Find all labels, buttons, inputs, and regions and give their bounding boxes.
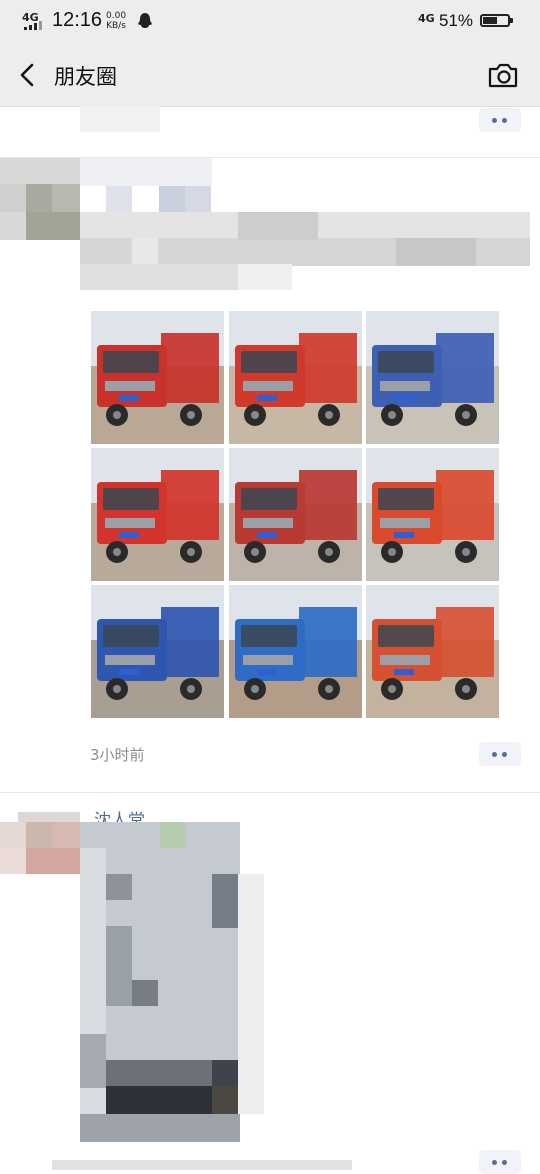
photo-thumbnail[interactable] [91,311,224,444]
back-chevron-icon[interactable] [14,60,42,90]
camera-icon[interactable] [486,60,520,90]
signal-icon [24,21,46,30]
status-bar: 4G 12:16 0.00 KB/s 4G 51% [0,0,540,44]
status-time: 12:16 [52,9,103,31]
battery-percent: 51% [439,11,474,30]
post-timestamp: 3小时前 [90,746,145,764]
photo-thumbnail[interactable] [366,448,499,581]
blurred-text [52,1160,352,1170]
speed-value: 0.00 [106,11,127,21]
blurred-text [80,106,160,132]
photo-thumbnail[interactable] [91,585,224,718]
network-type-right: 4G [418,12,435,25]
photo-thumbnail[interactable] [91,448,224,581]
more-button[interactable] [479,1150,521,1174]
qq-notification-icon [138,13,152,28]
photo-thumbnail[interactable] [229,311,362,444]
more-button[interactable] [479,742,521,766]
photo-thumbnail[interactable] [229,585,362,718]
page-title: 朋友圈 [54,65,117,89]
network-speed: 0.00 KB/s [106,11,126,31]
speed-unit: KB/s [106,21,126,31]
photo-thumbnail[interactable] [229,448,362,581]
photo-thumbnail[interactable] [366,585,499,718]
post-divider [0,792,540,793]
more-button[interactable] [479,108,521,132]
battery-icon [480,14,513,27]
photo-thumbnail[interactable] [366,311,499,444]
nav-bar: 朋友圈 [0,44,540,107]
